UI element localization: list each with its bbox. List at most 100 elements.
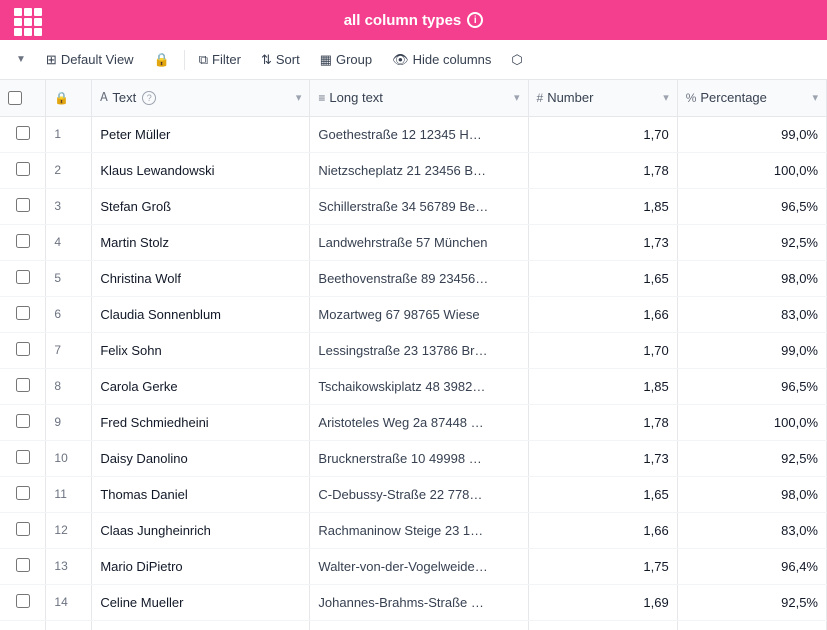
row-percentage-cell: 99,0% (677, 332, 826, 368)
th-text-expand[interactable]: ▾ (296, 91, 302, 104)
table-row: 7 Felix Sohn Lessingstraße 23 13786 Br… … (0, 332, 827, 368)
top-bar: all column types i (0, 0, 827, 40)
row-checkbox[interactable] (16, 126, 30, 140)
row-checkbox-cell[interactable] (0, 332, 46, 368)
row-number-cell: 15 (46, 620, 92, 630)
row-number-value-cell: 1,69 (528, 584, 677, 620)
page-title-text: all column types (344, 12, 462, 29)
page-title: all column types i (344, 12, 484, 29)
row-checkbox[interactable] (16, 450, 30, 464)
group-button[interactable]: ▦ Group (312, 48, 380, 72)
row-number-cell: 10 (46, 440, 92, 476)
chevron-down-icon: ▼ (16, 54, 26, 65)
row-text-cell: Felix Sohn (92, 332, 310, 368)
default-view-button[interactable]: ⊞ Default View (38, 48, 142, 72)
default-view-label: Default View (61, 52, 134, 67)
row-number-value-cell: 1,85 (528, 368, 677, 404)
row-number-cell: 11 (46, 476, 92, 512)
table-row: 5 Christina Wolf Beethovenstraße 89 2345… (0, 260, 827, 296)
table-icon: ⊞ (46, 52, 57, 68)
row-checkbox[interactable] (16, 522, 30, 536)
row-number-cell: 6 (46, 296, 92, 332)
row-percentage-cell: 92,5% (677, 584, 826, 620)
row-number-cell: 2 (46, 152, 92, 188)
app-grid-icon[interactable] (10, 4, 42, 36)
row-checkbox-cell[interactable] (0, 404, 46, 440)
th-longtext[interactable]: ≡ Long text ▾ (310, 80, 528, 116)
row-checkbox-cell[interactable] (0, 260, 46, 296)
row-checkbox-cell[interactable] (0, 620, 46, 630)
row-checkbox[interactable] (16, 378, 30, 392)
row-text-cell: Celine Mueller (92, 584, 310, 620)
filter-button[interactable]: ⧉ Filter (191, 48, 249, 72)
row-longtext-cell: Goethestraße 12 12345 H… (310, 116, 528, 152)
row-checkbox-cell[interactable] (0, 152, 46, 188)
row-number-value-cell: 1,70 (528, 116, 677, 152)
row-checkbox-cell[interactable] (0, 548, 46, 584)
row-checkbox[interactable] (16, 594, 30, 608)
th-text[interactable]: Ꭺ Text ? ▾ (92, 80, 310, 116)
row-checkbox-cell[interactable] (0, 188, 46, 224)
row-checkbox[interactable] (16, 162, 30, 176)
row-longtext-cell: Walter-von-der-Vogelweide… (310, 548, 528, 584)
row-checkbox[interactable] (16, 486, 30, 500)
row-checkbox[interactable] (16, 414, 30, 428)
row-checkbox-cell[interactable] (0, 512, 46, 548)
row-text-cell: Claudia Sonnenblum (92, 296, 310, 332)
filter-icon: ⧉ (199, 52, 208, 68)
table-row: 13 Mario DiPietro Walter-von-der-Vogelwe… (0, 548, 827, 584)
row-number-value-cell: 1,73 (528, 224, 677, 260)
text-col-type-icon: Ꭺ (100, 90, 108, 105)
row-number-cell: 4 (46, 224, 92, 260)
help-icon[interactable]: ? (142, 91, 156, 105)
row-checkbox-cell[interactable] (0, 476, 46, 512)
row-checkbox-cell[interactable] (0, 116, 46, 152)
th-percentage[interactable]: % Percentage ▾ (677, 80, 826, 116)
more-options-button[interactable]: ⬡ (503, 48, 530, 72)
row-percentage-cell: 96,5% (677, 188, 826, 224)
more-icon: ⬡ (511, 52, 522, 68)
lock-button[interactable]: 🔒 (146, 48, 178, 72)
toolbar: ▼ ⊞ Default View 🔒 ⧉ Filter ⇅ Sort ▦ Gro… (0, 40, 827, 80)
table-container: 🔒 Ꭺ Text ? ▾ ≡ Long text ▾ (0, 80, 827, 630)
th-number[interactable]: # Number ▾ (528, 80, 677, 116)
row-checkbox[interactable] (16, 306, 30, 320)
row-checkbox[interactable] (16, 342, 30, 356)
row-checkbox[interactable] (16, 234, 30, 248)
row-percentage-cell: 99,2% (677, 620, 826, 630)
sort-button[interactable]: ⇅ Sort (253, 48, 308, 72)
th-longtext-label: Long text (329, 90, 383, 105)
number-col-type-icon: # (537, 91, 544, 105)
row-text-cell: Fred Schmiedheini (92, 404, 310, 440)
row-checkbox[interactable] (16, 198, 30, 212)
select-all-checkbox[interactable] (8, 91, 22, 105)
row-checkbox[interactable] (16, 558, 30, 572)
row-percentage-cell: 96,4% (677, 548, 826, 584)
row-text-cell: Peter Müller (92, 116, 310, 152)
view-chevron[interactable]: ▼ (8, 50, 34, 69)
row-checkbox-cell[interactable] (0, 440, 46, 476)
row-longtext-cell: Nietzscheplatz 21 23456 B… (310, 152, 528, 188)
info-icon[interactable]: i (467, 12, 483, 28)
row-checkbox-cell[interactable] (0, 368, 46, 404)
row-text-cell: Christina Wolf (92, 260, 310, 296)
row-checkbox-cell[interactable] (0, 584, 46, 620)
row-checkbox[interactable] (16, 270, 30, 284)
row-checkbox-cell[interactable] (0, 296, 46, 332)
row-number-value-cell: 1,65 (528, 476, 677, 512)
row-percentage-cell: 92,5% (677, 440, 826, 476)
row-checkbox-cell[interactable] (0, 224, 46, 260)
row-number-cell: 3 (46, 188, 92, 224)
th-percentage-expand[interactable]: ▾ (812, 91, 818, 104)
row-text-cell: Daisy Danolino (92, 440, 310, 476)
row-percentage-cell: 100,0% (677, 152, 826, 188)
row-text-cell: Mario DiPietro (92, 548, 310, 584)
row-number-value-cell: 1,73 (528, 440, 677, 476)
group-icon: ▦ (320, 52, 332, 68)
th-percentage-label: Percentage (700, 90, 767, 105)
hide-columns-button[interactable]: 👁 Hide columns (384, 48, 499, 72)
th-number-expand[interactable]: ▾ (663, 91, 669, 104)
row-longtext-cell: Beethovenstraße 89 23456… (310, 260, 528, 296)
row-number-cell: 7 (46, 332, 92, 368)
th-longtext-expand[interactable]: ▾ (514, 91, 520, 104)
